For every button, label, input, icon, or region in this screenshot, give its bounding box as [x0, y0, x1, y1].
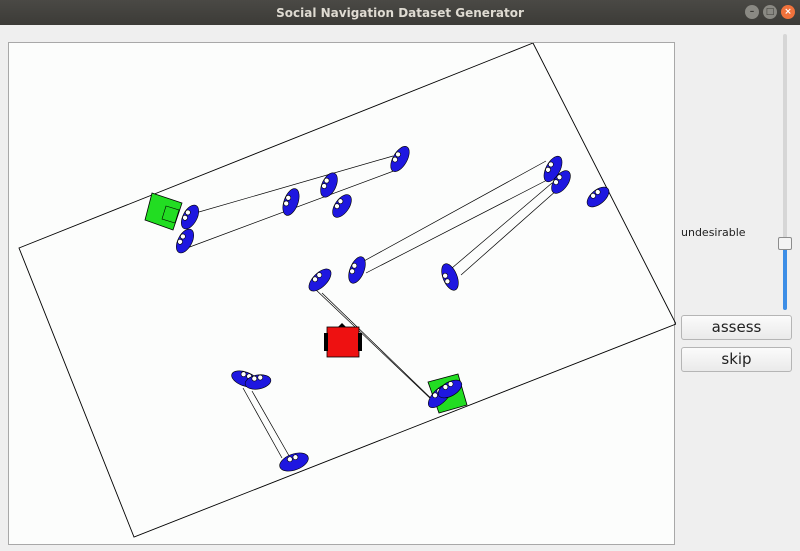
interaction-line [451, 182, 553, 269]
slider-handle[interactable] [778, 237, 792, 250]
assess-button[interactable]: assess [681, 315, 792, 340]
person-icon [176, 228, 194, 254]
robot-icon [324, 323, 362, 358]
room-boundary [18, 43, 676, 538]
slider-label: undesirable [681, 226, 746, 239]
simulation-canvas[interactable] [8, 42, 676, 545]
person-icon [332, 194, 352, 218]
window-controls: – □ × [745, 5, 795, 19]
scene-svg [18, 43, 676, 538]
person-icon [320, 172, 338, 198]
window-titlebar: Social Navigation Dataset Generator – □ … [0, 0, 800, 25]
interaction-line [352, 160, 547, 268]
interaction-line [251, 390, 293, 462]
close-button[interactable]: × [781, 5, 795, 19]
minimize-button[interactable]: – [745, 5, 759, 19]
maximize-button[interactable]: □ [763, 5, 777, 19]
interaction-line [460, 189, 558, 276]
goal-box-icon [144, 192, 183, 231]
skip-button[interactable]: skip [681, 347, 792, 372]
person-icon [181, 204, 199, 230]
interaction-line [242, 387, 283, 459]
window-title: Social Navigation Dataset Generator [276, 5, 524, 20]
person-icon [279, 452, 309, 472]
person-icon [308, 268, 332, 292]
person-icon [441, 263, 459, 291]
undesirable-slider[interactable] [778, 34, 792, 310]
interaction-line [365, 177, 552, 274]
interaction-lines [184, 155, 558, 462]
person-icon [390, 146, 410, 172]
person-icon [586, 186, 610, 208]
person-icon [348, 256, 366, 284]
person-icon [282, 188, 300, 216]
